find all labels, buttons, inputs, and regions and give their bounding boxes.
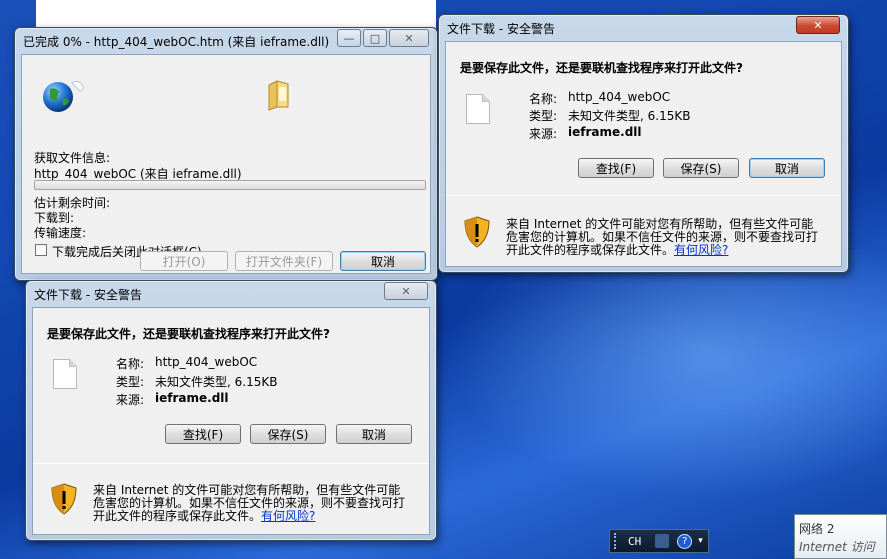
options-icon[interactable]: ▾ [698,536,703,546]
network-status-popup: 网络 2 Internet 访问 [794,514,887,559]
save-button-bottom[interactable]: 保存(S) [250,424,326,444]
security-client-bottom: 是要保存此文件，还是要联机查找程序来打开此文件? 名称: http_404_we… [32,307,430,535]
tray-grip-icon [614,533,620,549]
folder-icon [268,80,289,111]
language-bar: CH ? ▾ [609,529,709,553]
network-name: 网络 2 [799,522,835,536]
desktop-background [430,250,887,510]
type-label-top: 类型: [529,109,558,123]
save-button-top[interactable]: 保存(S) [663,158,739,178]
name-label-bottom: 名称: [116,357,145,371]
cancel-button-top[interactable]: 取消 [749,158,825,178]
maximize-button[interactable]: □ [363,29,387,47]
type-value-top: 未知文件类型, 6.15KB [568,109,691,123]
security-window-title-bottom: 文件下载 - 安全警告 [34,287,142,302]
ime-icon[interactable] [655,534,670,548]
download-progress-window: 已完成 0% - http_404_webOC.htm (来自 ieframe.… [14,27,438,281]
divider-top [446,195,841,196]
transfer-rate-label: 传输速度: [34,226,87,240]
name-value-top: http_404_webOC [568,90,671,104]
name-value-bottom: http_404_webOC [155,355,258,369]
close-button-bottom[interactable]: ✕ [384,282,428,300]
from-value-top: ieframe.dll [568,125,642,139]
progress-window-title: 已完成 0% - http_404_webOC.htm (来自 ieframe.… [23,34,330,49]
type-label-bottom: 类型: [116,375,145,389]
file-icon-top [466,94,490,124]
open-folder-button[interactable]: 打开文件夹(F) [235,251,333,271]
help-icon[interactable]: ? [677,533,693,549]
download-progress-bar [34,180,426,190]
close-button[interactable]: ✕ [389,29,429,47]
name-label-top: 名称: [529,92,558,106]
from-label-top: 来源: [529,127,558,141]
security-window-title-top: 文件下载 - 安全警告 [447,21,555,36]
divider-bottom [33,463,429,464]
progress-cancel-button[interactable]: 取消 [340,251,426,271]
warning-line3-text-top: 开此文件的程序或保存此文件。 [506,243,675,257]
warning-line3-bottom: 开此文件的程序或保存此文件。有何风险? [93,507,315,524]
globe-icon [43,80,84,112]
warning-line3-top: 开此文件的程序或保存此文件。有何风险? [506,241,728,258]
from-label-bottom: 来源: [116,393,145,407]
find-button-top[interactable]: 查找(F) [578,158,654,178]
minimize-button[interactable]: — [337,29,361,47]
security-warning-window-bottom: 文件下载 - 安全警告 ✕ 是要保存此文件，还是要联机查找程序来打开此文件? 名… [25,280,437,541]
shield-icon-bottom [51,483,77,515]
warning-line3-text-bottom: 开此文件的程序或保存此文件。 [93,509,262,523]
save-question-bottom: 是要保存此文件，还是要联机查找程序来打开此文件? [47,327,330,341]
risk-link-top[interactable]: 有何风险? [674,243,728,257]
network-access: Internet 访问 [799,540,875,554]
security-warning-window-top: 文件下载 - 安全警告 ✕ 是要保存此文件，还是要联机查找程序来打开此文件? 名… [438,14,849,273]
from-value-bottom: ieframe.dll [155,391,229,405]
shield-icon-top [464,216,490,248]
background-window-strip [36,0,436,30]
cancel-button-bottom[interactable]: 取消 [336,424,412,444]
getting-info-label: 获取文件信息: [34,151,111,165]
open-button[interactable]: 打开(O) [140,251,228,271]
close-button-top[interactable]: ✕ [796,16,840,34]
risk-link-bottom[interactable]: 有何风险? [261,509,315,523]
find-button-bottom[interactable]: 查找(F) [165,424,241,444]
type-value-bottom: 未知文件类型, 6.15KB [155,375,278,389]
security-titlebar-top: 文件下载 - 安全警告 [439,15,848,41]
file-icon-bottom [53,359,77,389]
language-indicator[interactable]: CH [628,535,641,548]
security-titlebar-bottom: 文件下载 - 安全警告 [26,281,436,307]
save-question-top: 是要保存此文件，还是要联机查找程序来打开此文件? [460,61,743,75]
close-on-complete-checkbox[interactable] [35,244,47,256]
security-client-top: 是要保存此文件，还是要联机查找程序来打开此文件? 名称: http_404_we… [445,41,842,267]
progress-client-area: 获取文件信息: http_404_webOC (来自 ieframe.dll) … [21,54,431,274]
